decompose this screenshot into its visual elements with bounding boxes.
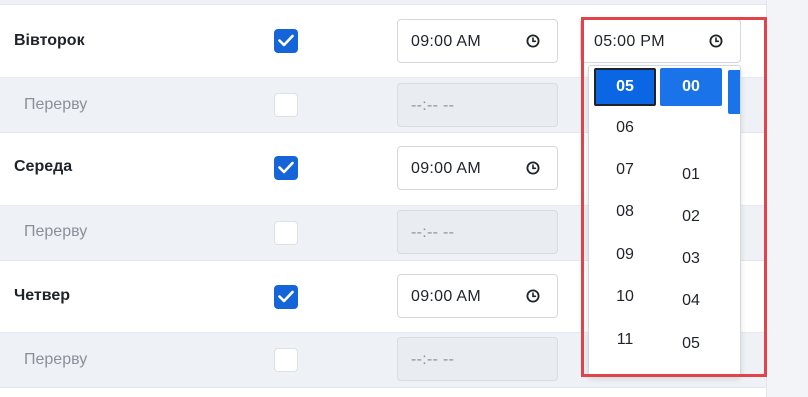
day-label: Середа <box>14 158 73 175</box>
clock-icon[interactable] <box>526 289 540 303</box>
scrollbar-gutter[interactable] <box>766 0 808 397</box>
start-time-value: 09:00 AM <box>411 288 482 305</box>
minute-option[interactable]: 03 <box>660 240 722 278</box>
start-time-value: 09:00 AM <box>411 160 482 177</box>
break-label: Перерву <box>24 223 88 240</box>
checkmark-icon <box>278 290 294 303</box>
hour-option[interactable]: 08 <box>594 193 656 231</box>
hour-option[interactable]: 11 <box>594 321 656 359</box>
clock-icon[interactable] <box>709 34 723 48</box>
ampm-option[interactable]: AM <box>728 113 740 151</box>
break-label: Перерву <box>24 96 88 113</box>
end-time-input[interactable]: 05:00 PM <box>580 19 741 63</box>
break-time-value: --:-- -- <box>411 351 455 368</box>
checkmark-icon <box>278 34 294 47</box>
break-enabled-checkbox[interactable] <box>274 348 298 372</box>
break-time-input[interactable]: --:-- -- <box>397 337 558 381</box>
day-enabled-checkbox[interactable] <box>274 29 298 53</box>
day-enabled-checkbox[interactable] <box>274 285 298 309</box>
day-label: Вівторок <box>14 32 85 49</box>
checkmark-icon <box>278 161 294 174</box>
day-label: Четвер <box>14 287 71 304</box>
break-time-input[interactable]: --:-- -- <box>397 210 558 254</box>
clock-icon[interactable] <box>526 34 540 48</box>
break-time-value: --:-- -- <box>411 224 455 241</box>
minute-option[interactable]: 04 <box>660 282 722 320</box>
minute-option[interactable]: 02 <box>660 198 722 236</box>
end-time-value: 05:00 PM <box>594 33 665 50</box>
ampm-option-selected[interactable]: PM <box>728 70 740 114</box>
day-enabled-checkbox[interactable] <box>274 156 298 180</box>
start-time-input[interactable]: 09:00 AM <box>397 146 558 190</box>
break-time-input[interactable]: --:-- -- <box>397 83 558 127</box>
hour-option[interactable]: 09 <box>594 236 656 274</box>
start-time-value: 09:00 AM <box>411 33 482 50</box>
hour-option-selected[interactable]: 05 <box>594 68 656 106</box>
clock-icon[interactable] <box>526 161 540 175</box>
hour-option[interactable]: 10 <box>594 278 656 316</box>
minute-option-selected[interactable]: 00 <box>660 68 722 106</box>
minute-option[interactable]: 05 <box>660 325 722 363</box>
break-enabled-checkbox[interactable] <box>274 93 298 117</box>
break-label: Перерву <box>24 351 88 368</box>
break-enabled-checkbox[interactable] <box>274 221 298 245</box>
minute-option[interactable]: 01 <box>660 156 722 194</box>
hour-option[interactable]: 06 <box>594 109 656 147</box>
time-picker-dropdown: 05 06 07 08 09 10 11 00 01 02 03 04 05 P… <box>588 65 741 377</box>
break-time-value: --:-- -- <box>411 97 455 114</box>
start-time-input[interactable]: 09:00 AM <box>397 19 558 63</box>
hour-option[interactable]: 07 <box>594 151 656 189</box>
start-time-input[interactable]: 09:00 AM <box>397 274 558 318</box>
